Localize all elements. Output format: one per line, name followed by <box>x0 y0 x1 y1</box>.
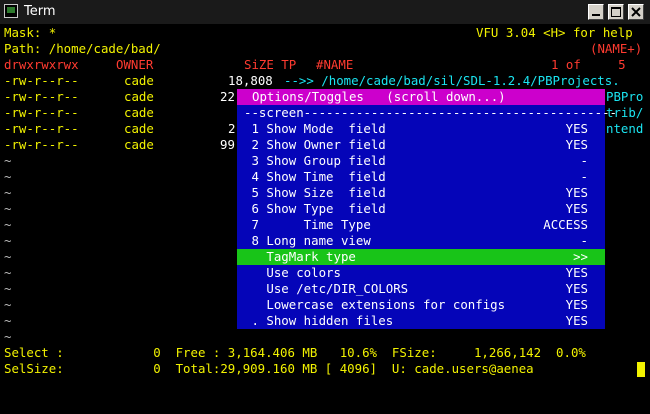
status-select-line: Select : 0 Free : 3,164.406 MB 10.6% FSi… <box>4 345 586 360</box>
menu-item-value: YES <box>565 185 588 200</box>
menu-item[interactable]: Lowercase extensions for configs YES <box>237 297 605 313</box>
title-bar: Term <box>0 0 650 25</box>
status-selsize-line: SelSize: 0 Total:29,909.160 MB [ 4096] U… <box>4 361 534 376</box>
file-owner: cade <box>124 137 154 152</box>
file-owner: cade <box>124 105 154 120</box>
menu-item-value: YES <box>565 137 588 152</box>
file-owner: cade <box>124 73 154 88</box>
menu-item-label: 4 Show Time field <box>244 169 386 184</box>
minimize-button[interactable] <box>588 4 604 20</box>
mask-line: Mask: * <box>4 25 57 40</box>
empty-line-tilde: ~ <box>4 153 12 168</box>
app-help-line: VFU 3.04 <H> for help <box>476 25 633 40</box>
file-mode: -rw-r--r-- <box>4 121 79 136</box>
menu-item[interactable]: 1 Show Mode field YES <box>237 121 605 137</box>
menu-item-label: 5 Show Size field <box>244 185 386 200</box>
sort-indicator: (NAME+) <box>590 41 643 56</box>
path-line: Path: /home/cade/bad/ <box>4 41 161 56</box>
menu-item[interactable]: . Show hidden files YES <box>237 313 605 329</box>
file-mode: -rw-r--r-- <box>4 105 79 120</box>
file-mode: -rw-r--r-- <box>4 73 79 88</box>
menu-item-label: 1 Show Mode field <box>244 121 386 136</box>
terminal-cursor <box>637 362 645 377</box>
menu-item-label: . Show hidden files <box>244 313 394 328</box>
maximize-icon <box>611 7 621 17</box>
menu-item-value: YES <box>565 297 588 312</box>
column-name: #NAME <box>316 57 354 72</box>
terminal-screen[interactable]: Mask: * VFU 3.04 <H> for help Path: /hom… <box>0 25 650 414</box>
terminal-app-icon[interactable] <box>4 4 18 18</box>
file-name: PBPro <box>606 89 644 104</box>
menu-section-screen: --screen--------------------------------… <box>237 105 617 121</box>
menu-item-selected[interactable]: TagMark type >> <box>237 249 605 265</box>
menu-item-value: YES <box>565 121 588 136</box>
file-mode: -rw-r--r-- <box>4 89 79 104</box>
empty-line-tilde: ~ <box>4 297 12 312</box>
close-button[interactable] <box>628 4 644 20</box>
menu-item-value: YES <box>565 265 588 280</box>
menu-item[interactable]: 5 Show Size field YES <box>237 185 605 201</box>
menu-item[interactable]: Use colors YES <box>237 265 605 281</box>
column-mode: drwxrwxrwx <box>4 57 79 72</box>
empty-line-tilde: ~ <box>4 233 12 248</box>
menu-item-label: 8 Long name view <box>244 233 371 248</box>
file-name: -->> /home/cade/bad/sil/SDL-1.2.4/PBProj… <box>284 73 620 88</box>
menu-item-label: Lowercase extensions for configs <box>244 297 506 312</box>
menu-item-value: >> <box>573 249 588 264</box>
menu-item-value: - <box>580 153 588 168</box>
options-toggles-menu[interactable]: Options/Toggles (scroll down...) --scree… <box>237 89 617 329</box>
menu-item-label: Use colors <box>244 265 341 280</box>
empty-line-tilde: ~ <box>4 281 12 296</box>
file-position: 1 of 5 <box>551 57 626 72</box>
empty-line-tilde: ~ <box>4 329 12 344</box>
empty-line-tilde: ~ <box>4 185 12 200</box>
file-owner: cade <box>124 121 154 136</box>
maximize-button[interactable] <box>608 4 624 20</box>
menu-item[interactable]: 2 Show Owner field YES <box>237 137 605 153</box>
menu-item-label: Use /etc/DIR_COLORS <box>244 281 409 296</box>
menu-item-value: - <box>580 169 588 184</box>
file-size: 99 <box>220 137 235 152</box>
file-mode: -rw-r--r-- <box>4 137 79 152</box>
empty-line-tilde: ~ <box>4 249 12 264</box>
menu-item-label: 2 Show Owner field <box>244 137 386 152</box>
menu-item[interactable]: 8 Long name view - <box>237 233 605 249</box>
menu-item-value: - <box>580 233 588 248</box>
empty-line-tilde: ~ <box>4 217 12 232</box>
file-name: ntend <box>606 121 644 136</box>
empty-line-tilde: ~ <box>4 313 12 328</box>
column-owner: OWNER <box>116 57 154 72</box>
menu-item[interactable]: 7 Time Type ACCESS <box>237 217 605 233</box>
menu-item-label: 6 Show Type field <box>244 201 386 216</box>
menu-item-value: YES <box>565 313 588 328</box>
column-size-type: SiZE TP <box>244 57 297 72</box>
menu-item[interactable]: 4 Show Time field - <box>237 169 605 185</box>
file-size: 22 <box>220 89 235 104</box>
menu-item-value: YES <box>565 201 588 216</box>
close-icon <box>631 7 641 17</box>
menu-title-bar: Options/Toggles (scroll down...) <box>237 89 605 105</box>
menu-item-label: 3 Show Group field <box>244 153 386 168</box>
file-size: 18,808 <box>228 73 273 88</box>
empty-line-tilde: ~ <box>4 265 12 280</box>
menu-item[interactable]: 3 Show Group field - <box>237 153 605 169</box>
menu-item-value: YES <box>565 281 588 296</box>
menu-section-label: --screen--------------------------------… <box>244 105 617 120</box>
empty-line-tilde: ~ <box>4 169 12 184</box>
menu-item-value: ACCESS <box>543 217 588 232</box>
menu-title: Options/Toggles (scroll down...) <box>252 89 506 104</box>
window-title: Term <box>24 4 56 19</box>
minimize-icon <box>592 14 600 16</box>
menu-item-label: TagMark type <box>244 249 356 264</box>
file-size: 2 <box>228 121 236 136</box>
empty-line-tilde: ~ <box>4 201 12 216</box>
menu-item[interactable]: Use /etc/DIR_COLORS YES <box>237 281 605 297</box>
file-owner: cade <box>124 89 154 104</box>
menu-item-label: 7 Time Type <box>244 217 371 232</box>
menu-item[interactable]: 6 Show Type field YES <box>237 201 605 217</box>
